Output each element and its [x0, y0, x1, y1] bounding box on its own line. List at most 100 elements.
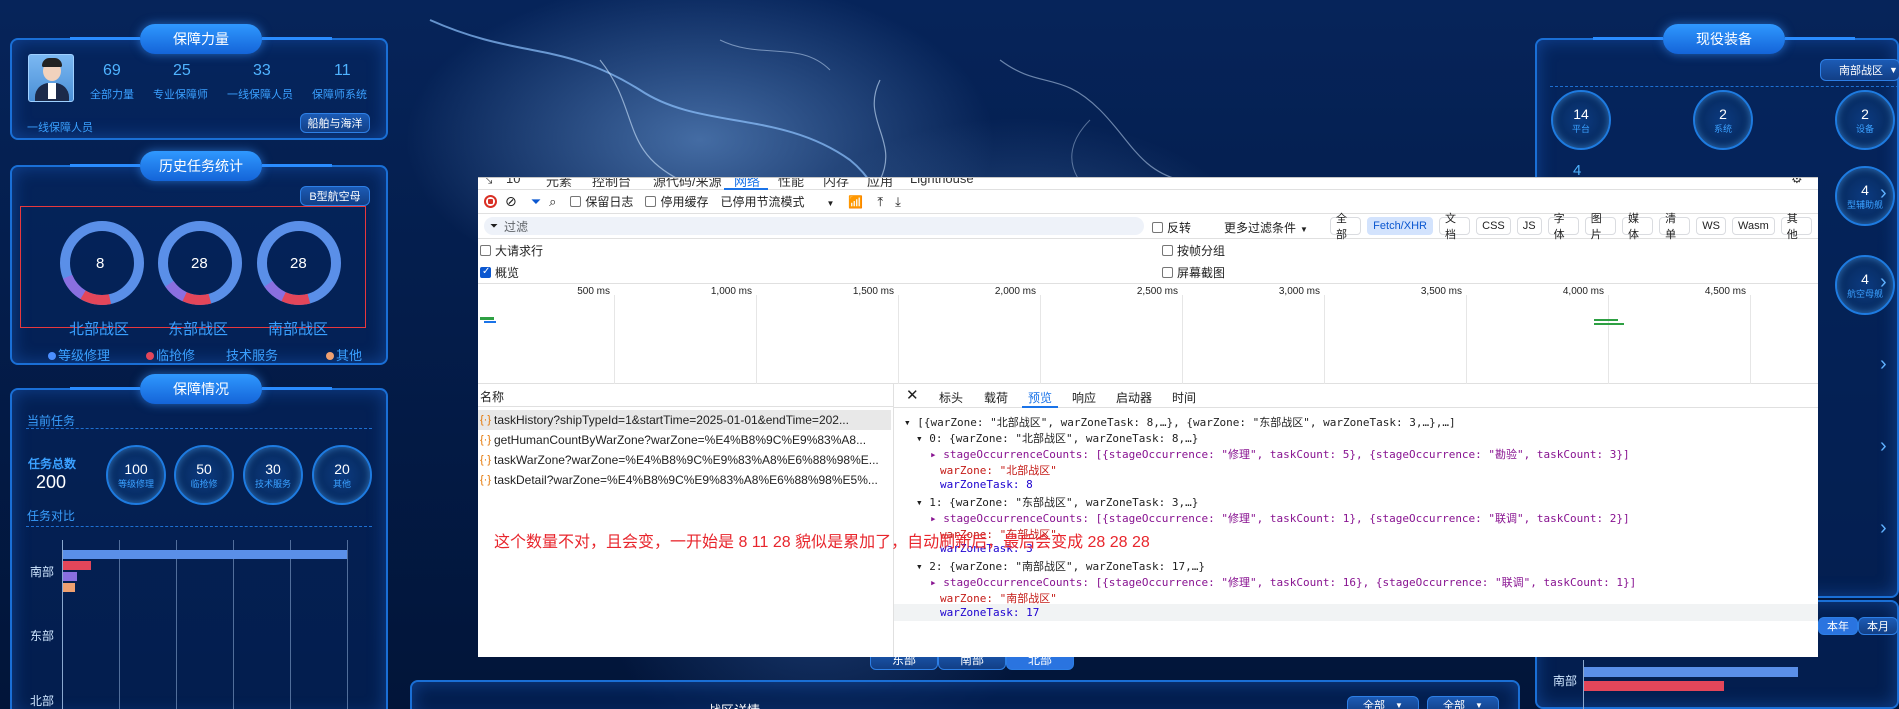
tab-application[interactable]: 应用: [867, 178, 893, 190]
json-line[interactable]: ▾ 2: {warZone: "南部战区", warZoneTask: 17,……: [916, 558, 1205, 574]
timeline-bar-start: [480, 317, 494, 320]
period-year[interactable]: 本年: [1818, 617, 1858, 635]
more-filters-select[interactable]: 更多过滤条件 ▼: [1224, 219, 1308, 236]
request-list: 名称 {·} taskHistory?shipTypeId=1&startTime…: [478, 384, 894, 657]
detail-tab-payload[interactable]: 载荷: [984, 389, 1008, 406]
chip-all[interactable]: 全部: [1330, 213, 1362, 241]
divider: [26, 428, 372, 429]
detail-tab-headers[interactable]: 标头: [939, 389, 963, 406]
detail-pane: ✕ 标头 载荷 预览 响应 启动器 时间 ▾ [{warZone: "北部战区"…: [894, 384, 1818, 657]
chip-doc[interactable]: 文档: [1438, 213, 1471, 241]
legend-other: 其他: [326, 345, 362, 364]
ship-ocean-button[interactable]: 船舶与海洋: [300, 113, 370, 133]
group-frame-checkbox[interactable]: 按帧分组: [1162, 242, 1225, 259]
upload-icon[interactable]: ⤒: [877, 194, 883, 210]
tab-sources[interactable]: 源代码/来源: [653, 178, 722, 190]
json-line[interactable]: ▾ [{warZone: "北部战区", warZoneTask: 8,…}, …: [904, 414, 1456, 430]
detail-tab-initiator[interactable]: 启动器: [1116, 389, 1152, 406]
devtools-inspect-icon[interactable]: ⤡: [482, 178, 492, 187]
chip-manifest[interactable]: 清单: [1659, 213, 1691, 241]
request-row[interactable]: {·} taskWarZone?warZone=%E4%B8%9C%E9%83%A…: [478, 450, 891, 470]
detail-tabbar: ✕ 标头 载荷 预览 响应 启动器 时间: [894, 384, 1818, 408]
donut-value-north: 8: [96, 255, 105, 272]
wifi-icon[interactable]: 📶: [848, 195, 863, 209]
chip-js[interactable]: JS: [1516, 217, 1542, 235]
chip-fetch[interactable]: Fetch/XHR: [1367, 217, 1433, 235]
task-total-value: 200: [36, 472, 67, 492]
chip-wasm[interactable]: Wasm: [1732, 217, 1775, 235]
json-line: warZoneTask: 8: [940, 478, 1033, 491]
detail-select-1[interactable]: 全部 ▼: [1347, 696, 1419, 709]
filter-input[interactable]: ⏷ 过滤: [484, 217, 1144, 235]
zone-label-east: 东部: [30, 629, 55, 643]
xhr-icon: {·}: [480, 454, 492, 466]
legend-repair: 等级修理: [48, 345, 110, 364]
chip-media[interactable]: 媒体: [1621, 213, 1654, 241]
detail-tab-response[interactable]: 响应: [1072, 389, 1096, 406]
filter-funnel-icon: ⏷: [490, 220, 498, 232]
donut-label-east: 东部战区: [168, 321, 229, 338]
chevron-right-icon[interactable]: ›: [1880, 182, 1887, 205]
divider: [1550, 86, 1899, 87]
tab-memory[interactable]: 内存: [823, 178, 849, 190]
preserve-log-checkbox[interactable]: [570, 196, 582, 207]
disable-cache-checkbox[interactable]: [645, 196, 657, 207]
options-row-2: 概览 屏幕截图: [478, 262, 1818, 284]
stat-label-frontline: 一线保障人员: [227, 89, 293, 101]
options-row-1: 大请求行 按帧分组: [478, 239, 1818, 262]
chevron-right-icon[interactable]: ›: [1880, 517, 1887, 540]
chip-img[interactable]: 图片: [1584, 213, 1616, 241]
tab-console[interactable]: 控制台: [592, 178, 631, 190]
chip-font[interactable]: 字体: [1547, 213, 1579, 241]
json-line[interactable]: ▸ stageOccurrenceCounts: [{stageOccurren…: [930, 446, 1630, 462]
json-line[interactable]: ▾ 0: {warZone: "北部战区", warZoneTask: 8,…}: [916, 430, 1198, 446]
timeline-bar-start-2: [484, 321, 496, 323]
chevron-right-icon[interactable]: ›: [1880, 271, 1887, 294]
big-rows-checkbox[interactable]: 大请求行: [480, 242, 543, 259]
chevron-down-icon: ▼: [1300, 225, 1308, 234]
tab-performance[interactable]: 性能: [778, 178, 804, 190]
network-toolbar: ⊘ ⏷ ⌕ 保留日志 停用缓存 已停用节流模式 ▼ 📶 ⤒ ⤓: [478, 190, 1818, 214]
close-icon[interactable]: ✕: [906, 386, 919, 404]
settings-gear-icon[interactable]: ⚙: [1791, 178, 1803, 187]
avatar: [28, 54, 74, 102]
stat-value-frontline: 33: [253, 62, 271, 79]
search-icon[interactable]: ⌕: [549, 194, 556, 210]
chevron-down-icon: ▼: [1889, 65, 1898, 75]
throttle-select[interactable]: 已停用节流模式 ▼: [720, 193, 834, 210]
detail-tab-preview[interactable]: 预览: [1028, 389, 1052, 406]
chevron-right-icon[interactable]: ›: [1880, 435, 1887, 458]
json-line: warZoneTask: 17: [940, 606, 1040, 619]
zone-select[interactable]: 南部战区 ▼: [1820, 59, 1899, 81]
json-line[interactable]: ▸ stageOccurrenceCounts: [{stageOccurren…: [930, 510, 1630, 526]
tab-lighthouse[interactable]: Lighthouse: [910, 178, 974, 186]
chip-css[interactable]: CSS: [1476, 217, 1511, 235]
tab-elements[interactable]: 元素: [546, 178, 572, 190]
record-icon[interactable]: [484, 195, 497, 208]
donut-value-south: 28: [290, 255, 307, 272]
detail-select-2[interactable]: 全部 ▼: [1427, 696, 1499, 709]
task-total-label: 任务总数: [28, 457, 77, 471]
request-row[interactable]: {·} getHumanCountByWarZone?warZone=%E4%B8…: [478, 430, 891, 450]
download-icon[interactable]: ⤓: [895, 194, 901, 210]
bar-south-tech: [63, 572, 77, 581]
donut-value-east: 28: [191, 255, 208, 272]
tick-4500: 4,500 ms: [1704, 286, 1746, 297]
ship-type-badge[interactable]: B型航空母: [300, 186, 370, 206]
chevron-right-icon[interactable]: ›: [1880, 353, 1887, 376]
chip-ws[interactable]: WS: [1696, 217, 1727, 235]
chip-other[interactable]: 其他: [1780, 213, 1812, 241]
overview-checkbox[interactable]: 概览: [480, 264, 519, 281]
json-line[interactable]: ▸ stageOccurrenceCounts: [{stageOccurren…: [930, 574, 1636, 590]
invert-checkbox-group[interactable]: 反转: [1152, 219, 1191, 236]
detail-tab-timing[interactable]: 时间: [1172, 389, 1196, 406]
json-line[interactable]: ▾ 1: {warZone: "东部战区", warZoneTask: 3,…}: [916, 494, 1198, 510]
request-row[interactable]: {·} taskHistory?shipTypeId=1&startTime=20…: [478, 410, 891, 430]
screenshots-checkbox[interactable]: 屏幕截图: [1162, 264, 1225, 281]
clear-icon[interactable]: ⊘: [505, 193, 517, 210]
period-month[interactable]: 本月: [1858, 617, 1898, 635]
red-annotation: 这个数量不对，且会变，一开始是 8 11 28 貌似是累加了，自动刷新后，最后会…: [494, 534, 1150, 551]
active-equipment-title: 现役装备: [1593, 24, 1855, 54]
request-row[interactable]: {·} taskDetail?warZone=%E4%B8%9C%E9%83%A8…: [478, 470, 891, 490]
filter-icon[interactable]: ⏷: [531, 194, 541, 210]
